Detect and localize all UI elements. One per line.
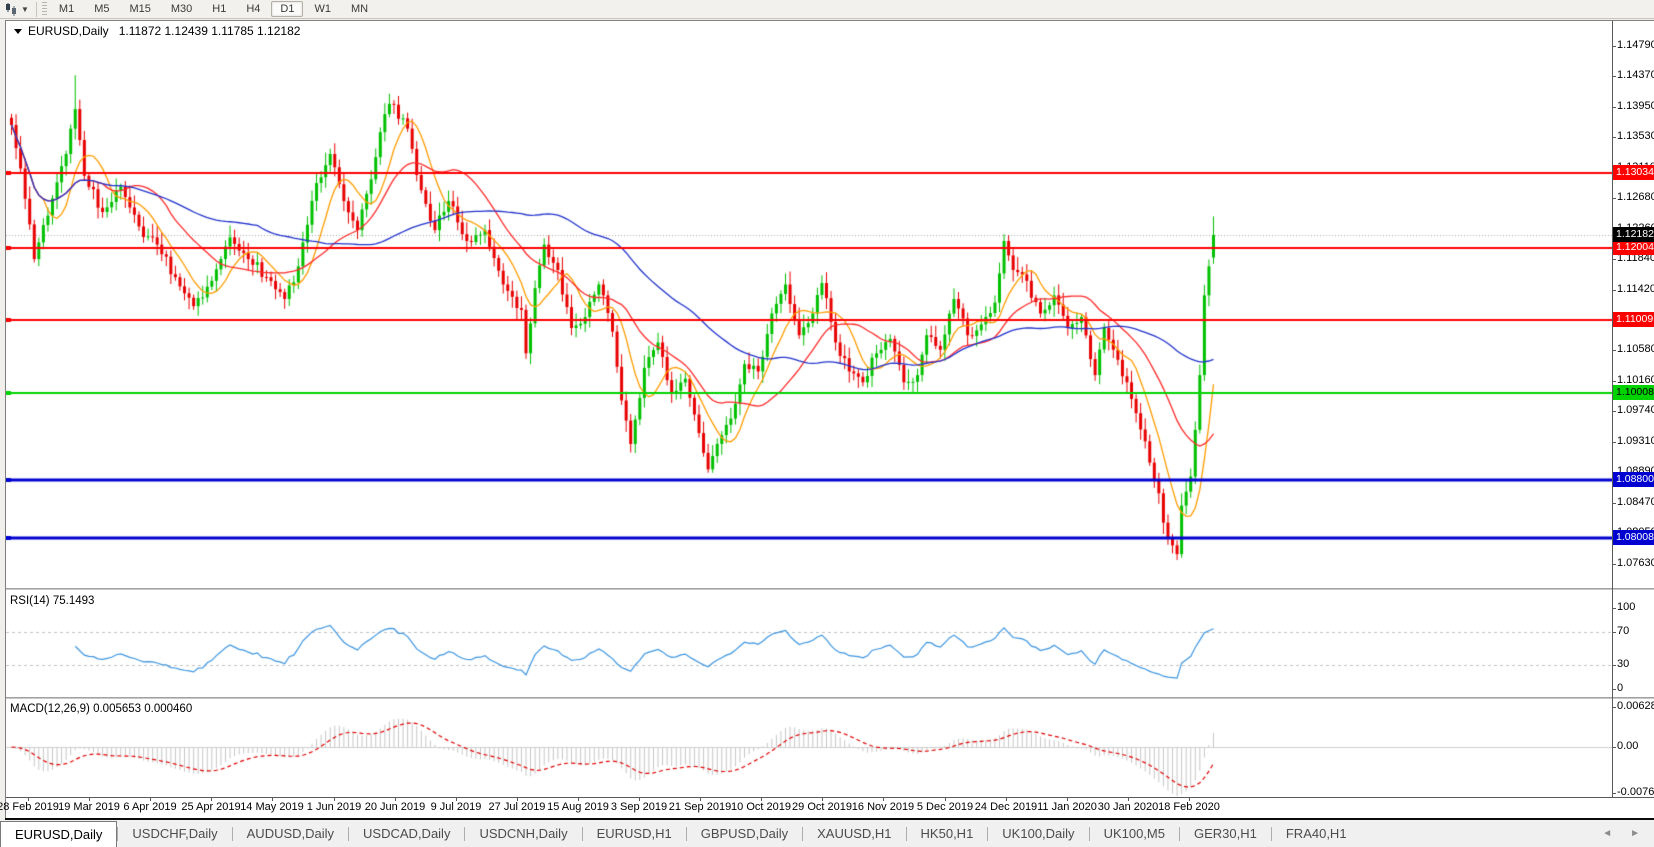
price-tick-label: 1.14370 — [1617, 69, 1654, 81]
chart-tab-xauusd-h1[interactable]: XAUUSD,H1 — [803, 820, 905, 847]
toolbar-separator — [36, 2, 37, 17]
chart-tab-gbpusd-daily[interactable]: GBPUSD,Daily — [687, 820, 802, 847]
chart-tab-usdchf-daily[interactable]: USDCHF,Daily — [118, 820, 231, 847]
rsi-tick-mark — [1612, 689, 1616, 690]
price-tick-mark — [1612, 411, 1616, 412]
chart-tab-hk50-h1[interactable]: HK50,H1 — [907, 820, 988, 847]
price-tick-mark — [1612, 442, 1616, 443]
price-tick-mark — [1612, 259, 1616, 260]
price-tick-mark — [1612, 503, 1616, 504]
chart-tab-usdcad-daily[interactable]: USDCAD,Daily — [349, 820, 464, 847]
timeframe-button-m1[interactable]: M1 — [50, 1, 83, 17]
timeframe-button-w1[interactable]: W1 — [305, 1, 340, 17]
rsi-indicator-canvas[interactable] — [6, 590, 1612, 697]
rsi-tick-label: 30 — [1617, 658, 1629, 670]
price-tick-mark — [1612, 290, 1616, 291]
hline-price-badge: 1.08008 — [1613, 530, 1654, 545]
tab-scroll-nav: ◄ ► — [1602, 820, 1654, 847]
macd-tick-label: -0.007658 — [1617, 786, 1654, 798]
rsi-tick-label: 100 — [1617, 601, 1635, 613]
price-tick-mark — [1612, 46, 1616, 47]
chart-ohlc-quote: 1.11872 1.12439 1.11785 1.12182 — [119, 24, 301, 38]
price-tick-label: 1.09310 — [1617, 435, 1654, 447]
price-tick-mark — [1612, 76, 1616, 77]
rsi-label: RSI(14) 75.1493 — [10, 595, 94, 607]
hline-price-badge: 1.11009 — [1613, 312, 1654, 327]
time-axis-line — [6, 797, 1654, 798]
hline-price-badge: 1.13034 — [1613, 165, 1654, 180]
chart-tab-usdcnh-daily[interactable]: USDCNH,Daily — [465, 820, 581, 847]
timeframe-button-h4[interactable]: H4 — [237, 1, 269, 17]
current-price-badge: 1.12182 — [1613, 227, 1654, 242]
price-tick-label: 1.10580 — [1617, 343, 1654, 355]
rsi-tick-mark — [1612, 608, 1616, 609]
chart-tab-eurusd-daily[interactable]: EURUSD,Daily — [0, 821, 117, 847]
scroll-tabs-right-icon[interactable]: ► — [1630, 828, 1640, 839]
macd-indicator-canvas[interactable] — [6, 699, 1612, 797]
macd-tick-mark — [1612, 747, 1616, 748]
chart-tab-ger30-h1[interactable]: GER30,H1 — [1180, 820, 1271, 847]
price-tick-label: 1.07630 — [1617, 557, 1654, 569]
chart-collapse-icon[interactable] — [14, 29, 22, 34]
timeframe-button-m15[interactable]: M15 — [120, 1, 159, 17]
price-tick-mark — [1612, 564, 1616, 565]
rsi-tick-mark — [1612, 665, 1616, 666]
tabs-holder: EURUSD,DailyUSDCHF,DailyAUDUSD,DailyUSDC… — [0, 820, 1361, 847]
rsi-tick-label: 70 — [1617, 625, 1629, 637]
timeframe-button-mn[interactable]: MN — [342, 1, 377, 17]
date-label[interactable]: 18 Feb 2020 — [1141, 801, 1237, 813]
price-tick-label: 1.14790 — [1617, 39, 1654, 51]
chart-candles-icon — [4, 3, 18, 16]
timeframe-button-d1[interactable]: D1 — [271, 1, 303, 17]
chart-tab-audusd-daily[interactable]: AUDUSD,Daily — [233, 820, 348, 847]
price-tick-label: 1.13530 — [1617, 130, 1654, 142]
macd-label: MACD(12,26,9) 0.005653 0.000460 — [10, 703, 192, 715]
chart-tab-bar: EURUSD,DailyUSDCHF,DailyAUDUSD,DailyUSDC… — [0, 820, 1654, 847]
macd-tick-label: 0.006287 — [1617, 700, 1654, 712]
rsi-tick-mark — [1612, 632, 1616, 633]
main-price-chart-canvas[interactable] — [6, 21, 1612, 588]
price-tick-mark — [1612, 381, 1616, 382]
macd-tick-mark — [1612, 707, 1616, 708]
macd-tick-mark — [1612, 793, 1616, 794]
price-tick-label: 1.13950 — [1617, 100, 1654, 112]
chart-tab-uk100-m5[interactable]: UK100,M5 — [1090, 820, 1179, 847]
timeframe-button-group: M1M5M15M30H1H4D1W1MN — [49, 1, 378, 17]
timeframe-button-m5[interactable]: M5 — [85, 1, 118, 17]
chart-symbol-label: EURUSD,Daily — [28, 24, 109, 38]
price-tick-label: 1.08470 — [1617, 496, 1654, 508]
caret-down-icon[interactable]: ▼ — [21, 5, 29, 14]
chart-tab-uk100-daily[interactable]: UK100,Daily — [988, 820, 1088, 847]
rsi-tick-label: 0 — [1617, 682, 1623, 694]
scroll-tabs-left-icon[interactable]: ◄ — [1602, 828, 1612, 839]
top-toolbar: ▼ M1M5M15M30H1H4D1W1MN — [0, 0, 1654, 19]
hline-price-badge: 1.10008 — [1613, 385, 1654, 400]
hline-price-badge: 1.08800 — [1613, 472, 1654, 487]
price-tick-mark — [1612, 137, 1616, 138]
price-tick-label: 1.09740 — [1617, 404, 1654, 416]
price-tick-mark — [1612, 107, 1616, 108]
timeframe-button-h1[interactable]: H1 — [203, 1, 235, 17]
chart-title: EURUSD,Daily 1.11872 1.12439 1.11785 1.1… — [14, 24, 300, 38]
price-tick-mark — [1612, 350, 1616, 351]
price-tick-label: 1.12680 — [1617, 191, 1654, 203]
macd-tick-label: 0.00 — [1617, 740, 1638, 752]
price-tick-mark — [1612, 198, 1616, 199]
hline-price-badge: 1.12004 — [1613, 240, 1654, 255]
chart-tab-eurusd-h1[interactable]: EURUSD,H1 — [583, 820, 686, 847]
toolbar-drag-handle[interactable] — [42, 2, 47, 17]
chart-tool-button[interactable]: ▼ — [0, 1, 33, 18]
timeframe-button-m30[interactable]: M30 — [162, 1, 201, 17]
chart-tab-fra40-h1[interactable]: FRA40,H1 — [1272, 820, 1361, 847]
price-tick-label: 1.11420 — [1617, 283, 1654, 295]
